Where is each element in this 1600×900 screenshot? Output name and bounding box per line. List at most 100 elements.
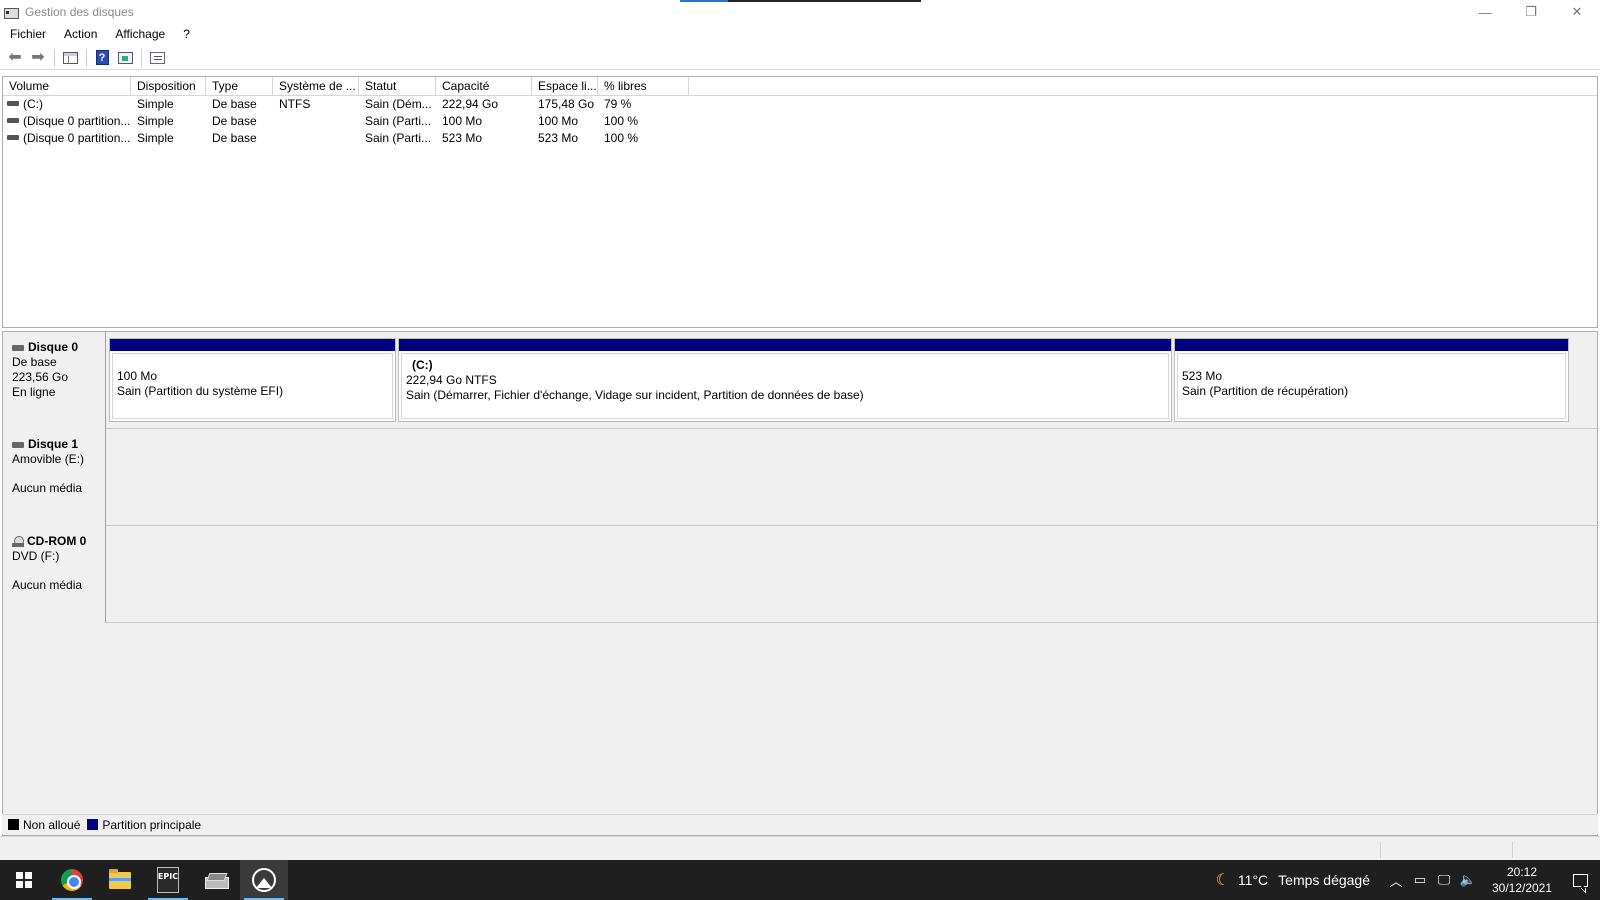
partition-status: Sain (Partition du système EFI) xyxy=(117,384,284,398)
menu-action[interactable]: Action xyxy=(56,27,105,41)
partition-type-bar xyxy=(399,339,1171,351)
moon-weather-icon[interactable]: ☾ xyxy=(1216,870,1230,890)
disk-label-disque-0[interactable]: Disque 0 De base 223,56 Go En ligne xyxy=(3,332,106,429)
disk-row-cdrom-0: CD-ROM 0 DVD (F:) Aucun média xyxy=(3,526,1599,623)
volume-cell: (Disque 0 partition... xyxy=(3,130,131,147)
help-icon: ? xyxy=(95,50,109,65)
menu-bar: Fichier Action Affichage ? xyxy=(0,24,1600,44)
partition-recovery[interactable]: 523 Mo Sain (Partition de récupération) xyxy=(1174,338,1569,422)
partition-info: 523 Mo Sain (Partition de récupération) xyxy=(1177,353,1566,419)
clock[interactable]: 20:12 30/12/2021 xyxy=(1484,864,1560,896)
disk-state: En ligne xyxy=(12,385,56,399)
disk-management-app-icon xyxy=(3,5,19,19)
taskbar-disk-management[interactable] xyxy=(192,860,240,900)
cd-rom-icon xyxy=(12,536,24,547)
system-tray: ☾ 11°C Temps dégagé ︿ ▭ 🖵 🔈 20:12 30/12/… xyxy=(1216,860,1600,900)
legend: Non alloué Partition principale xyxy=(2,814,1598,834)
legend-label-unallocated: Non alloué xyxy=(23,817,81,832)
taskbar: EPIC ☾ 11°C Temps dégagé ︿ ▭ 🖵 🔈 20:12 3… xyxy=(0,860,1600,900)
partition-c[interactable]: (C:) 222,94 Go NTFS Sain (Démarrer, Fich… xyxy=(398,338,1172,422)
col-header-volume[interactable]: Volume xyxy=(3,77,131,95)
col-header-free-space[interactable]: Espace li... xyxy=(532,77,598,95)
partition-name: (C:) xyxy=(412,358,433,372)
disk-kind: De base xyxy=(12,355,57,369)
status-cell: Sain (Parti... xyxy=(365,131,432,145)
disk-label-cdrom-0[interactable]: CD-ROM 0 DVD (F:) Aucun média xyxy=(3,526,106,623)
toolbar-separator xyxy=(86,48,87,67)
percent-free-cell: 100 % xyxy=(604,114,639,128)
title-bar: Gestion des disques — ❐ ✕ xyxy=(0,0,1600,24)
title-focus-indicator xyxy=(680,0,921,2)
properties-button[interactable] xyxy=(146,48,168,68)
disk-name-line: Disque 0 xyxy=(12,340,105,355)
disk-management-icon xyxy=(204,871,229,889)
status-cell: Sain (Parti... xyxy=(365,114,432,128)
col-header-disposition[interactable]: Disposition xyxy=(131,77,206,95)
status-bar-divider xyxy=(1512,842,1513,858)
col-header-percent-free[interactable]: % libres xyxy=(598,77,689,95)
table-row[interactable]: (C:) Simple De base NTFS Sain (Dém... 22… xyxy=(3,96,1597,113)
capacity-cell: 100 Mo xyxy=(442,114,483,128)
status-bar xyxy=(0,836,1600,860)
disk-size: 223,56 Go xyxy=(12,370,69,384)
weather-temperature[interactable]: 11°C xyxy=(1238,872,1268,888)
table-row[interactable]: (Disque 0 partition... Simple De base Sa… xyxy=(3,113,1597,130)
restore-button[interactable]: ❐ xyxy=(1508,0,1554,24)
status-cell: Sain (Dém... xyxy=(365,97,432,111)
disposition-cell: Simple xyxy=(137,97,174,111)
menu-help[interactable]: ? xyxy=(175,27,198,41)
console-tree-button[interactable] xyxy=(59,48,81,68)
taskbar-epic-games[interactable]: EPIC xyxy=(144,860,192,900)
disk-0-partitions: 100 Mo Sain (Partition du système EFI) (… xyxy=(107,332,1599,429)
disk-name-line: CD-ROM 0 xyxy=(12,534,105,549)
free-space-cell: 175,48 Go xyxy=(538,97,595,111)
network-icon[interactable]: 🖵 xyxy=(1432,860,1456,900)
col-header-status[interactable]: Statut xyxy=(359,77,436,95)
partition-size: 222,94 Go NTFS xyxy=(406,373,497,387)
menu-affichage[interactable]: Affichage xyxy=(107,27,173,41)
col-header-filesystem[interactable]: Système de ... xyxy=(273,77,359,95)
table-row[interactable]: (Disque 0 partition... Simple De base Sa… xyxy=(3,130,1597,147)
start-button[interactable] xyxy=(0,860,48,900)
removable-disk-icon xyxy=(12,441,24,448)
partition-status: Sain (Partition de récupération) xyxy=(1182,384,1349,398)
taskbar-chrome[interactable] xyxy=(48,860,96,900)
clock-date: 30/12/2021 xyxy=(1491,881,1553,895)
menu-fichier[interactable]: Fichier xyxy=(2,27,54,41)
volume-disk-icon xyxy=(7,135,19,141)
volume-name: (Disque 0 partition... xyxy=(23,131,131,145)
weather-text[interactable]: Temps dégagé xyxy=(1278,872,1370,888)
filesystem-cell xyxy=(273,113,359,130)
legend-swatch-primary-partition xyxy=(87,819,99,830)
battery-icon[interactable]: ▭ xyxy=(1408,860,1432,900)
show-hidden-icons-chevron-icon[interactable]: ︿ xyxy=(1384,860,1408,900)
show-pane-button[interactable] xyxy=(114,48,136,68)
disk-row-disque-0: Disque 0 De base 223,56 Go En ligne 100 … xyxy=(3,332,1599,429)
close-button[interactable]: ✕ xyxy=(1554,0,1600,24)
epic-games-icon: EPIC xyxy=(157,867,179,893)
minimize-button[interactable]: — xyxy=(1462,0,1508,24)
back-button[interactable]: ⬅ xyxy=(4,48,26,68)
volume-disk-icon xyxy=(7,118,19,124)
percent-free-cell: 79 % xyxy=(604,97,632,111)
toolbar-separator xyxy=(141,48,142,67)
forward-button[interactable]: ➡ xyxy=(27,48,49,68)
help-button[interactable]: ? xyxy=(91,48,113,68)
partition-name-spacer xyxy=(117,358,392,369)
volume-icon[interactable]: 🔈 xyxy=(1456,860,1480,900)
taskbar-mountain-app[interactable] xyxy=(240,860,288,900)
volume-cell: (Disque 0 partition... xyxy=(3,113,131,130)
action-center-button[interactable] xyxy=(1560,860,1600,900)
disk-label-gap xyxy=(12,564,105,578)
col-header-capacity[interactable]: Capacité xyxy=(436,77,532,95)
type-cell: De base xyxy=(212,114,257,128)
col-header-type[interactable]: Type xyxy=(206,77,273,95)
taskbar-file-explorer[interactable] xyxy=(96,860,144,900)
volume-cell: (C:) xyxy=(3,96,131,113)
hard-disk-icon xyxy=(12,344,24,351)
forward-arrow-icon: ➡ xyxy=(31,48,45,66)
disk-label-disque-1[interactable]: Disque 1 Amovible (E:) Aucun média xyxy=(3,429,106,526)
type-cell: De base xyxy=(212,97,257,111)
free-space-cell: 523 Mo xyxy=(538,131,579,145)
partition-efi[interactable]: 100 Mo Sain (Partition du système EFI) xyxy=(109,338,396,422)
